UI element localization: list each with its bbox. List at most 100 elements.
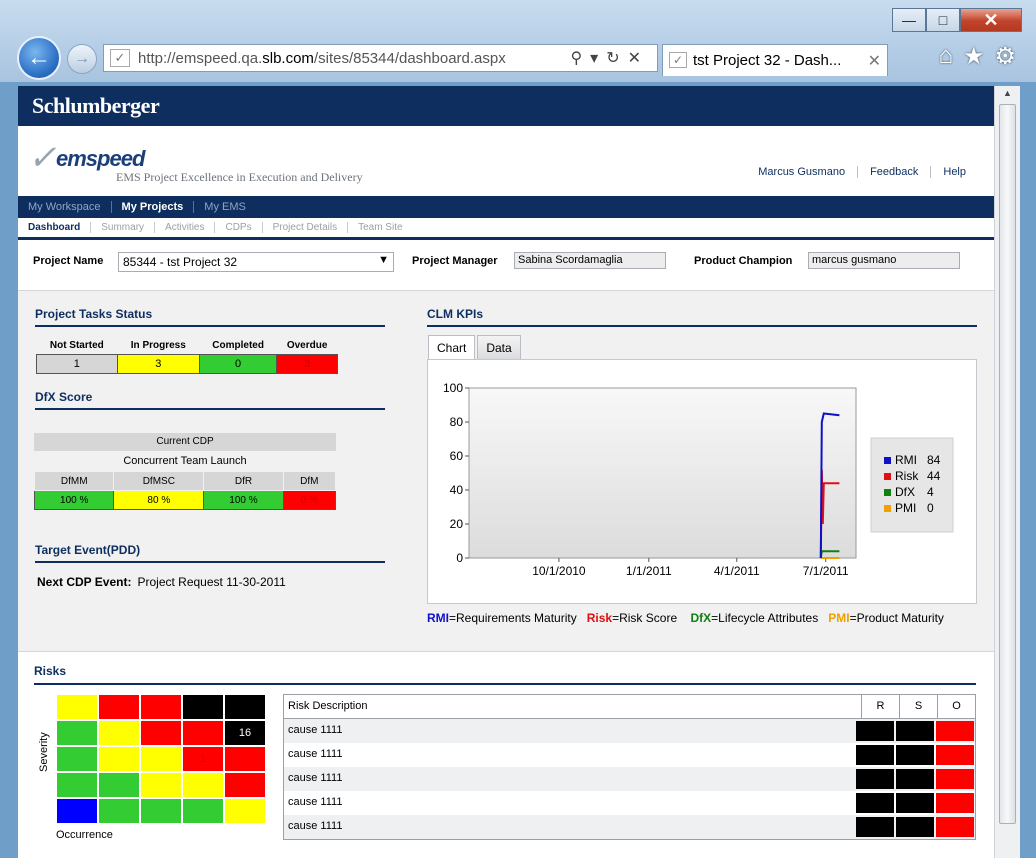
legend-value: 4 [927, 485, 934, 499]
target-event: Next CDP Event: Project Request 11-30-201… [37, 575, 286, 589]
home-icon[interactable]: ⌂ [938, 42, 953, 71]
risk-matrix-cell[interactable] [98, 694, 140, 720]
product-champion-field[interactable]: marcus gusmano [808, 252, 960, 269]
risk-matrix-cell[interactable] [224, 772, 266, 798]
risk-matrix-cell[interactable] [224, 746, 266, 772]
scroll-thumb[interactable] [999, 104, 1016, 824]
risk-table-row[interactable]: cause 1111 [284, 815, 975, 839]
risk-matrix-cell[interactable] [140, 694, 182, 720]
sub-nav: Dashboard Summary Activities CDPs Projec… [18, 218, 994, 240]
risk-matrix-cell[interactable] [56, 720, 98, 746]
legend-label: Risk [895, 469, 919, 483]
tab-close-icon[interactable]: ✕ [868, 51, 881, 71]
risk-matrix-cell[interactable] [182, 772, 224, 798]
legend-label: RMI [895, 453, 917, 467]
tab-summary[interactable]: Summary [90, 222, 154, 233]
tab-chart[interactable]: Chart [428, 335, 476, 360]
address-tools-icon[interactable]: ⚲▾↻✕ [570, 48, 649, 68]
nav-my-workspace[interactable]: My Workspace [18, 201, 111, 213]
risk-matrix-cell[interactable] [182, 694, 224, 720]
legend-value: 84 [927, 453, 941, 467]
tasks-header: Overdue [286, 339, 328, 351]
tasks-overdue-value[interactable]: 3 [276, 353, 338, 374]
tasks-title: Project Tasks Status [35, 307, 385, 327]
risk-matrix-cell[interactable] [140, 746, 182, 772]
tab-title: tst Project 32 - Dash... [693, 52, 842, 69]
tab-activities[interactable]: Activities [154, 222, 214, 233]
favorites-star-icon[interactable]: ★ [963, 42, 985, 71]
target-title: Target Event(PDD) [35, 543, 385, 563]
dfx-head: Current CDP [34, 433, 336, 451]
risk-matrix-cell[interactable]: 16 [224, 720, 266, 746]
dfx-table: DfMM DfMSC DfR DfM 100 % 80 % 100 % 0 % [33, 471, 337, 510]
risk-matrix-cell[interactable] [56, 798, 98, 824]
risk-rating-o [936, 721, 974, 741]
user-link[interactable]: Marcus Gusmano [746, 166, 857, 178]
maximize-icon[interactable]: □ [926, 8, 960, 32]
risk-matrix-cell[interactable]: 1 [182, 746, 224, 772]
project-manager-field[interactable]: Sabina Scordamaglia [514, 252, 666, 269]
nav-my-ems[interactable]: My EMS [193, 201, 256, 213]
risk-matrix: 16 1 [56, 694, 266, 824]
risk-matrix-cell[interactable] [182, 798, 224, 824]
product-champion-label: Product Champion [694, 255, 793, 267]
risk-col-s[interactable]: S [899, 695, 937, 718]
risk-table-row[interactable]: cause 1111 [284, 743, 975, 767]
x-tick-label: 7/1/2011 [803, 564, 849, 578]
dfx-value: 100 % [203, 490, 284, 510]
risk-col-o[interactable]: O [937, 695, 975, 718]
risk-matrix-cell[interactable] [140, 798, 182, 824]
risk-matrix-cell[interactable] [56, 772, 98, 798]
help-link[interactable]: Help [930, 166, 978, 178]
risk-col-description[interactable]: Risk Description [284, 695, 861, 718]
risk-matrix-cell[interactable] [224, 694, 266, 720]
browser-tab[interactable]: ✓ tst Project 32 - Dash... ✕ [662, 44, 888, 76]
close-window-icon[interactable]: ✕ [960, 8, 1022, 32]
scroll-up-icon[interactable]: ▲ [1003, 88, 1012, 98]
tab-team-site[interactable]: Team Site [347, 222, 412, 233]
browser-toolbar: ⌂ ★ ⚙ [938, 42, 1016, 71]
legend-label: PMI [895, 501, 916, 515]
risk-table-row[interactable]: cause 1111 [284, 791, 975, 815]
risk-matrix-cell[interactable] [98, 720, 140, 746]
settings-gear-icon[interactable]: ⚙ [994, 42, 1016, 71]
tab-cdps[interactable]: CDPs [214, 222, 261, 233]
risk-table-row[interactable]: cause 1111 [284, 719, 975, 743]
tab-project-details[interactable]: Project Details [261, 222, 347, 233]
tasks-completed-value[interactable]: 0 [198, 353, 278, 374]
x-tick-label: 1/1/2011 [626, 564, 672, 578]
minimize-icon[interactable]: — [892, 8, 926, 32]
tasks-in-progress-value[interactable]: 3 [116, 353, 200, 374]
kpi-legend-note: RMI=Requirements Maturity Risk=Risk Scor… [427, 611, 944, 625]
risk-matrix-cell[interactable] [140, 720, 182, 746]
risk-matrix-cell[interactable] [56, 694, 98, 720]
risk-matrix-cell[interactable] [98, 772, 140, 798]
back-arrow-icon[interactable]: ← [17, 36, 61, 80]
tasks-not-started-value[interactable]: 1 [36, 353, 118, 374]
vertical-scrollbar[interactable]: ▲ [994, 86, 1020, 858]
feedback-link[interactable]: Feedback [857, 166, 930, 178]
risk-matrix-cell[interactable] [98, 798, 140, 824]
target-label: Next CDP Event: [37, 575, 132, 589]
window-controls: — □ ✕ [892, 8, 1022, 32]
tab-dashboard[interactable]: Dashboard [18, 222, 90, 233]
dfx-header: DfMM [33, 471, 115, 491]
risk-matrix-cell[interactable] [224, 798, 266, 824]
risk-rating-s [896, 793, 934, 813]
tasks-header: Completed [212, 339, 264, 351]
dropdown-caret-icon[interactable]: ▼ [378, 254, 389, 266]
risk-matrix-cell[interactable] [182, 720, 224, 746]
risk-col-r[interactable]: R [861, 695, 899, 718]
emspeed-logo[interactable]: emspeed [56, 146, 145, 172]
nav-my-projects[interactable]: My Projects [110, 201, 194, 213]
dashboard-panel: Project Tasks Status Not Started In Prog… [18, 290, 994, 652]
risk-matrix-cell[interactable] [140, 772, 182, 798]
forward-arrow-icon[interactable]: → [67, 44, 97, 74]
project-name-select[interactable]: 85344 - tst Project 32 ▼ [118, 252, 394, 272]
risk-matrix-cell[interactable] [98, 746, 140, 772]
address-bar[interactable]: ✓ http://emspeed.qa. slb.com/sites/85344/… [103, 44, 658, 72]
x-tick-label: 4/1/2011 [714, 564, 760, 578]
risk-table-row[interactable]: cause 1111 [284, 767, 975, 791]
tab-data[interactable]: Data [477, 335, 521, 360]
risk-matrix-cell[interactable] [56, 746, 98, 772]
